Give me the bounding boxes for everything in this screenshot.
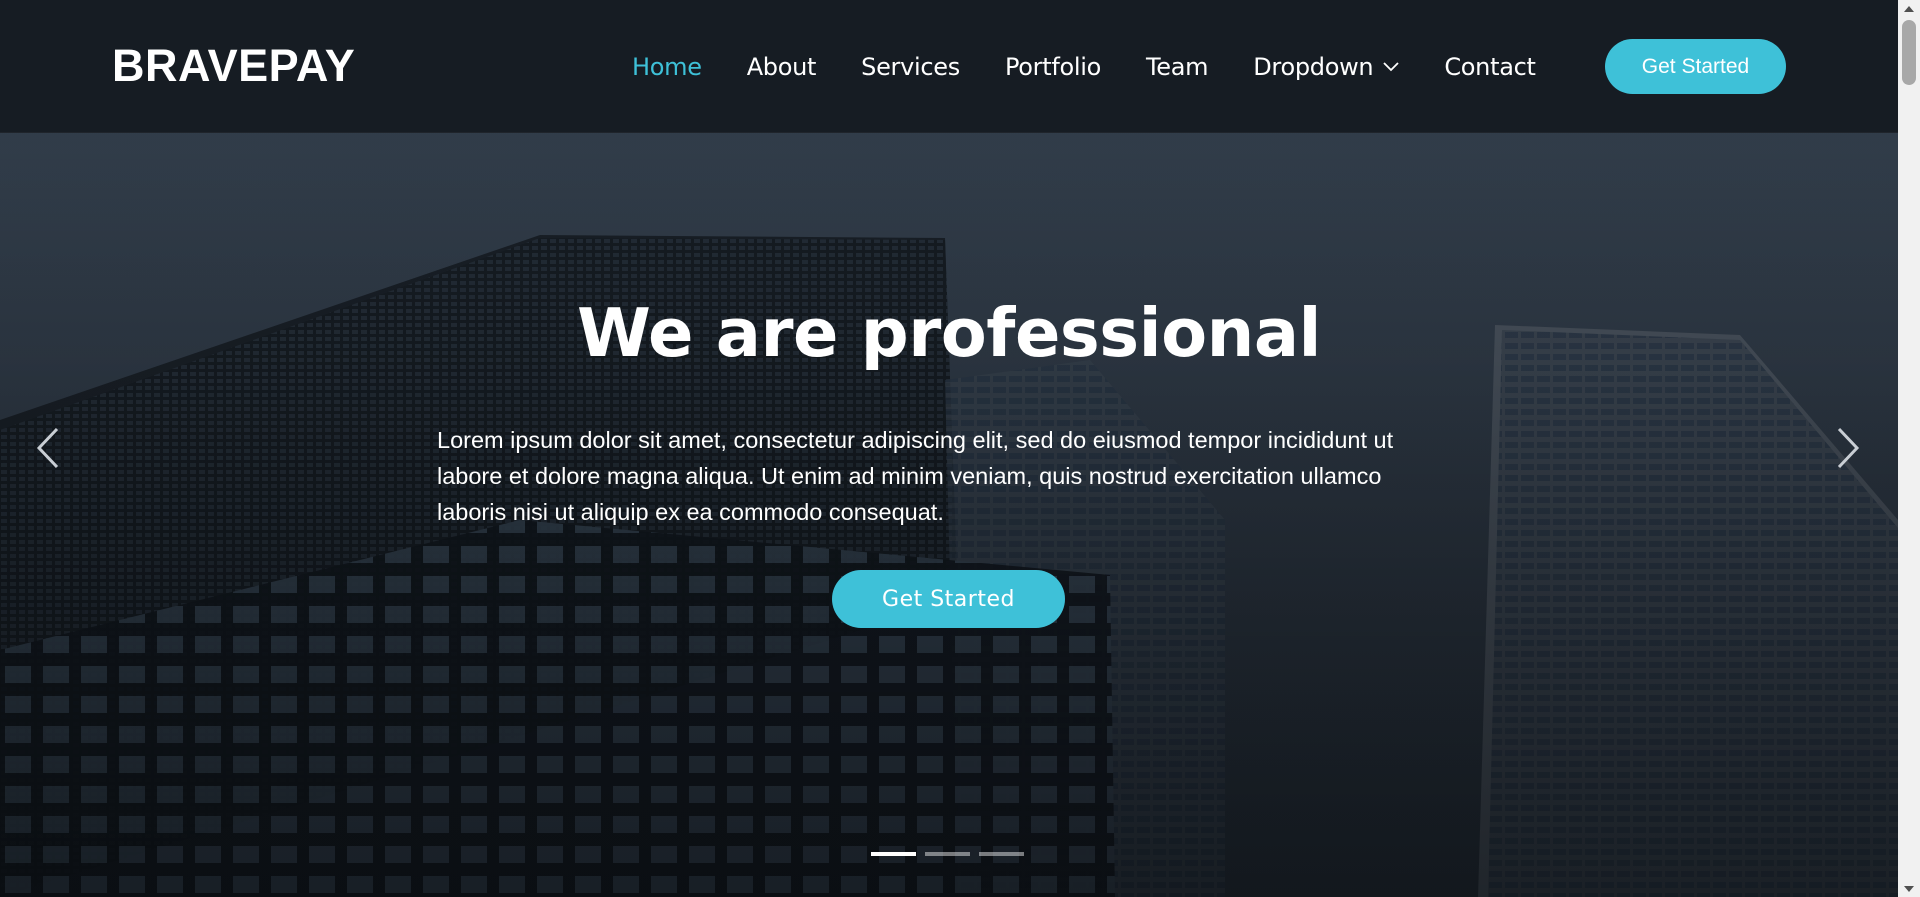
hero-get-started-button[interactable]: Get Started xyxy=(832,570,1065,628)
hero-section: We are professional Lorem ipsum dolor si… xyxy=(0,0,1898,897)
caret-down-icon xyxy=(1904,885,1914,892)
carousel-next-button[interactable] xyxy=(1828,424,1868,472)
site-logo[interactable]: BRAVEPAY xyxy=(112,40,355,92)
carousel-indicator[interactable] xyxy=(925,852,970,856)
hero-description: Lorem ipsum dolor sit amet, consectetur … xyxy=(437,427,1394,525)
nav-item-label: Contact xyxy=(1444,53,1536,81)
nav-item-services[interactable]: Services xyxy=(861,53,960,81)
main-nav: Home About Services Portfolio Team Dropd… xyxy=(632,43,1581,91)
nav-item-about[interactable]: About xyxy=(746,53,817,81)
chevron-down-icon xyxy=(1383,62,1399,72)
nav-item-label: Portfolio xyxy=(1004,53,1101,81)
scroll-up-button[interactable] xyxy=(1898,0,1920,17)
caret-up-icon xyxy=(1904,5,1914,12)
hero-title: We are professional xyxy=(576,294,1322,372)
nav-item-portfolio[interactable]: Portfolio xyxy=(1005,53,1101,81)
chevron-left-icon xyxy=(36,427,59,469)
nav-item-dropdown[interactable]: Dropdown xyxy=(1253,53,1399,81)
nav-item-label: Team xyxy=(1146,53,1209,81)
nav-item-label: About xyxy=(746,53,817,81)
vertical-scrollbar[interactable] xyxy=(1898,0,1920,897)
carousel-indicator[interactable] xyxy=(979,852,1024,856)
nav-item-label: Dropdown xyxy=(1253,53,1374,81)
site-header: BRAVEPAY Home About Services Portfolio T… xyxy=(0,0,1898,133)
carousel-prev-button[interactable] xyxy=(28,424,68,472)
carousel-indicator[interactable] xyxy=(871,852,916,856)
page-viewport: We are professional Lorem ipsum dolor si… xyxy=(0,0,1898,897)
chevron-right-icon xyxy=(1837,427,1860,469)
nav-item-label: Services xyxy=(861,53,960,81)
nav-item-label: Home xyxy=(632,53,702,81)
header-get-started-button[interactable]: Get Started xyxy=(1605,39,1786,94)
nav-item-team[interactable]: Team xyxy=(1146,53,1209,81)
carousel-indicators xyxy=(871,852,1033,856)
scroll-down-button[interactable] xyxy=(1898,880,1920,897)
nav-item-contact[interactable]: Contact xyxy=(1444,53,1536,81)
nav-item-home[interactable]: Home xyxy=(632,53,702,81)
scrollbar-thumb[interactable] xyxy=(1902,20,1916,85)
